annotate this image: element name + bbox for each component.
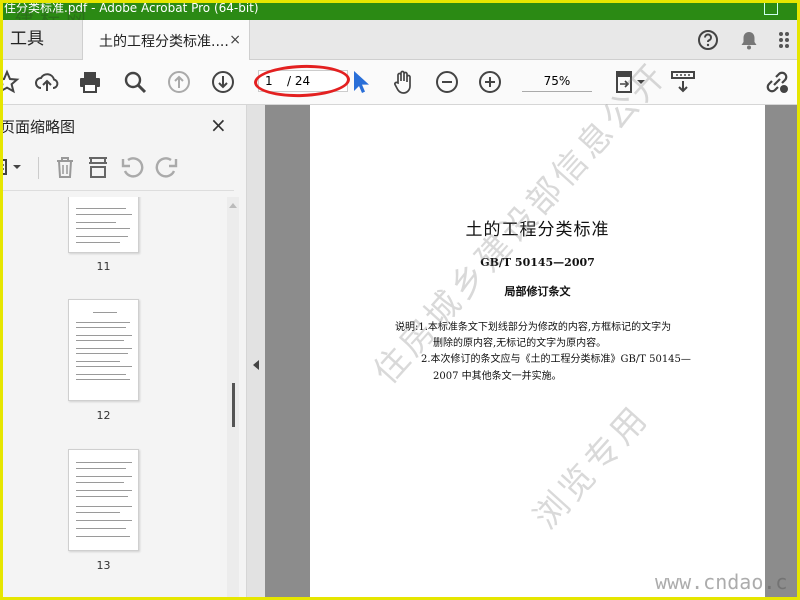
panel-collapse-handle[interactable]	[247, 105, 265, 600]
thumbnail-number: 13	[96, 559, 111, 572]
panel-close-icon[interactable]: ×	[210, 113, 227, 137]
share-link-icon[interactable]	[764, 69, 790, 95]
collapse-arrow-icon	[253, 360, 259, 370]
thumbnail-list: 11 12 13	[0, 197, 226, 600]
document-subtitle: 局部修订条文	[504, 285, 571, 298]
site-watermark: www.cndao.c	[655, 570, 788, 594]
hand-icon[interactable]	[390, 69, 416, 95]
main-toolbar	[0, 60, 800, 105]
tab-close-icon[interactable]: ×	[229, 32, 241, 48]
body-line: 2.本次修订的条文应与《土的工程分类标准》GB/T 50145—	[421, 354, 691, 365]
tab-bar: 工具 土的工程分类标准.... ×	[0, 20, 800, 60]
page-thumbnail[interactable]	[68, 449, 139, 551]
window-control-icon[interactable]	[764, 1, 778, 15]
tab-document-label: 土的工程分类标准....	[99, 34, 229, 50]
bell-icon[interactable]	[738, 29, 760, 51]
page-down-icon[interactable]	[210, 69, 236, 95]
more-icon[interactable]	[776, 29, 798, 51]
body-line: 删除的原内容,无标记的文字为原内容。	[433, 338, 607, 349]
redo-icon[interactable]	[155, 155, 179, 179]
undo-icon[interactable]	[120, 155, 144, 179]
insert-icon[interactable]	[86, 155, 110, 179]
search-icon[interactable]	[122, 69, 148, 95]
zoom-in-icon[interactable]	[477, 69, 503, 95]
options-icon[interactable]	[0, 155, 30, 179]
print-icon[interactable]	[77, 69, 103, 95]
tab-document[interactable]: 土的工程分类标准.... ×	[82, 20, 250, 60]
cursor-icon[interactable]	[348, 69, 374, 95]
thumbnail-panel: 页面缩略图 × 11 12 13	[0, 105, 247, 600]
standard-number: GB/T 50145—2007	[480, 256, 595, 269]
scrollbar-thumb[interactable]	[232, 383, 235, 427]
tab-tools[interactable]: 工具	[0, 20, 72, 59]
page-thumbnail[interactable]	[68, 299, 139, 401]
panel-title: 页面缩略图	[0, 118, 76, 136]
panel-toolbar	[0, 145, 234, 191]
zoom-out-icon[interactable]	[434, 69, 460, 95]
toolbar-divider	[38, 157, 39, 179]
page-thumbnail[interactable]	[68, 197, 139, 253]
zoom-select[interactable]: 75%	[522, 70, 592, 92]
thumbnail-number: 12	[96, 409, 111, 422]
upload-icon[interactable]	[34, 69, 60, 95]
page-up-icon[interactable]	[166, 69, 192, 95]
body-line: 2007 中其他条文一并实施。	[433, 371, 562, 382]
star-icon[interactable]	[0, 69, 20, 95]
title-bar: 住分类标准.pdf - Adobe Acrobat Pro (64-bit)	[0, 0, 800, 20]
thumbnail-number: 11	[96, 260, 111, 273]
help-icon[interactable]	[697, 29, 719, 51]
delete-icon[interactable]	[53, 155, 77, 179]
scroll-up-icon[interactable]	[229, 203, 237, 208]
